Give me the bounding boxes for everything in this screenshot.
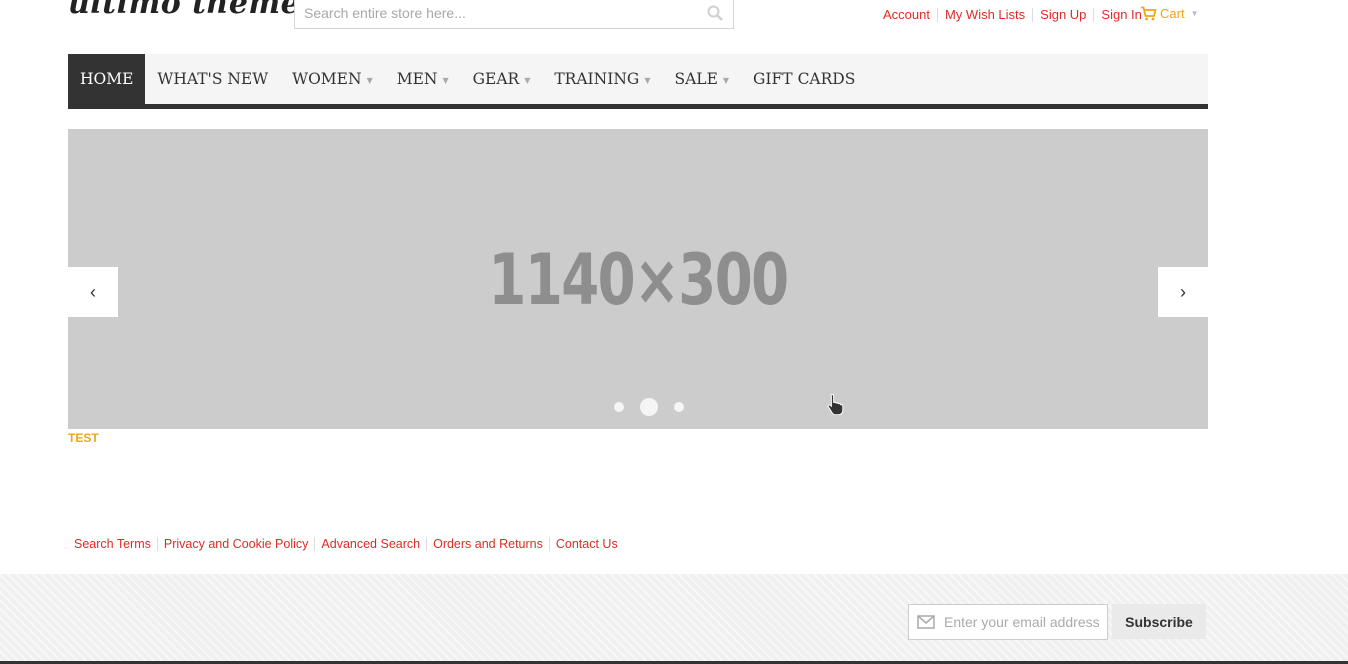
chevron-down-icon: ▼ (442, 75, 449, 85)
chevron-down-icon: ▼ (644, 75, 651, 85)
site-logo[interactable]: ultimo theme (68, 0, 300, 26)
slide-placeholder-text: 1140×300 (488, 239, 789, 321)
nav-item-label: MEN (396, 70, 438, 88)
slider-next-button[interactable]: › (1158, 267, 1208, 317)
slider-dot-3[interactable] (674, 402, 684, 412)
nav-item-women[interactable]: WOMEN ▼ (280, 54, 385, 104)
newsletter-email-input[interactable] (944, 605, 1104, 639)
slider-prev-button[interactable]: ‹ (68, 267, 118, 317)
nav-item-label: TRAINING (554, 70, 640, 88)
nav-item-label: WHAT'S NEW (157, 70, 269, 88)
hand-cursor-icon (827, 393, 844, 415)
chevron-down-icon: ▼ (722, 75, 730, 85)
cart-label: Cart (1160, 6, 1185, 21)
nav-item-label: HOME (80, 70, 134, 88)
slider-dot-1[interactable] (614, 402, 624, 412)
cart-icon (1141, 6, 1157, 21)
account-link[interactable]: Account (876, 8, 937, 22)
nav-item-sale[interactable]: SALE ▼ (662, 54, 741, 104)
footer-links: Search Terms Privacy and Cookie Policy A… (68, 537, 624, 551)
nav-item-men[interactable]: MEN ▼ (385, 54, 461, 104)
main-navigation: HOME WHAT'S NEW WOMEN ▼ MEN ▼ GEAR ▼ TRAINI… (68, 54, 1208, 109)
wishlist-link[interactable]: My Wish Lists (936, 8, 1032, 22)
nav-item-label: GIFT CARDS (753, 70, 856, 88)
nav-item-home[interactable]: HOME (68, 54, 146, 104)
chevron-down-icon: ▼ (524, 75, 531, 85)
nav-item-gift-cards[interactable]: GIFT CARDS (741, 54, 867, 104)
slider-dot-2[interactable] (640, 398, 658, 416)
chevron-down-icon: ▼ (1190, 9, 1199, 18)
nav-item-label: SALE (674, 70, 718, 88)
footer-link-privacy[interactable]: Privacy and Cookie Policy (156, 537, 315, 551)
nav-item-gear[interactable]: GEAR ▼ (461, 54, 543, 104)
test-label: TEST (68, 431, 99, 445)
newsletter-box[interactable] (908, 604, 1108, 640)
search-box[interactable] (294, 0, 734, 29)
nav-item-label: GEAR (472, 70, 520, 88)
search-icon[interactable] (706, 4, 724, 22)
signup-link[interactable]: Sign Up (1032, 8, 1093, 22)
hero-slider[interactable]: 1140×300 ‹ › (68, 129, 1208, 429)
nav-item-whats-new[interactable]: WHAT'S NEW (145, 54, 280, 104)
slider-pagination (606, 398, 692, 416)
cart-button[interactable]: Cart ▼ (1140, 6, 1198, 21)
footer-link-search-terms[interactable]: Search Terms (68, 537, 157, 551)
envelope-icon (917, 615, 935, 629)
footer-link-contact[interactable]: Contact Us (548, 537, 624, 551)
search-input[interactable] (295, 0, 695, 28)
subscribe-button[interactable]: Subscribe (1112, 604, 1206, 639)
nav-item-label: WOMEN (292, 70, 362, 88)
nav-item-training[interactable]: TRAINING ▼ (542, 54, 662, 104)
chevron-right-icon: › (1180, 281, 1186, 302)
chevron-left-icon: ‹ (90, 281, 96, 302)
footer-link-orders-returns[interactable]: Orders and Returns (426, 537, 549, 551)
footer-link-advanced-search[interactable]: Advanced Search (314, 537, 426, 551)
chevron-down-icon: ▼ (366, 75, 373, 85)
